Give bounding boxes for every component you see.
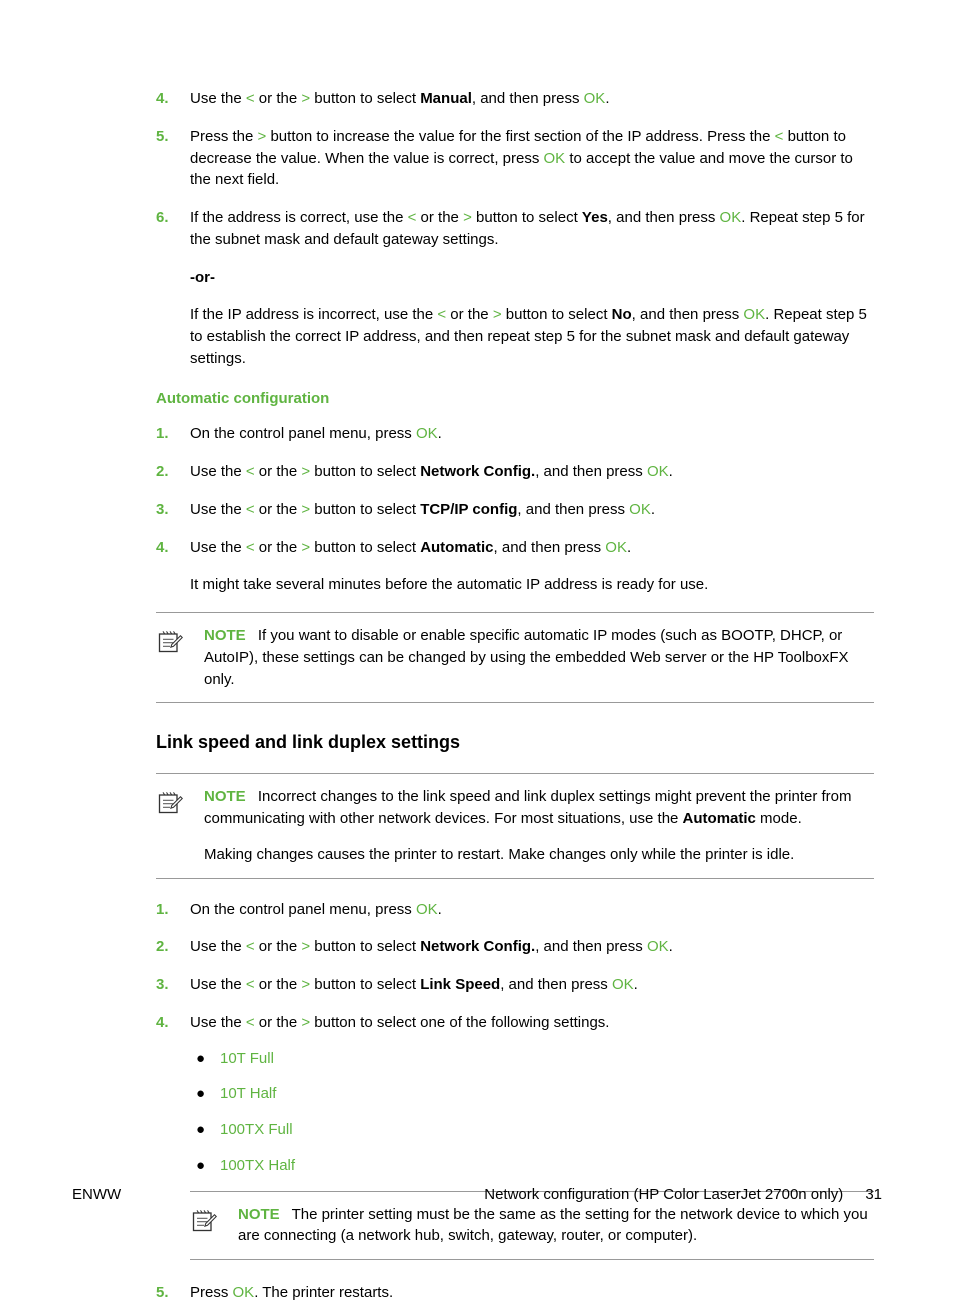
step-number: 4. (156, 88, 190, 110)
footer-title: Network configuration (HP Color LaserJet… (484, 1184, 843, 1206)
auto-step-4: 4. Use the < or the > button to select A… (156, 537, 874, 597)
link-step-3: 3. Use the < or the > button to select L… (156, 974, 874, 996)
page-number: 31 (865, 1184, 882, 1206)
automatic-configuration-heading: Automatic configuration (156, 388, 874, 410)
note-icon (156, 625, 204, 690)
auto-step-1: 1. On the control panel menu, press OK. (156, 423, 874, 445)
speed-options-list: ●10T Full ●10T Half ●100TX Full ●100TX H… (190, 1048, 874, 1177)
step-number: 5. (156, 126, 190, 191)
step-body: Use the < or the > button to select Manu… (190, 88, 874, 110)
auto-step-2: 2. Use the < or the > button to select N… (156, 461, 874, 483)
list-item: ●10T Full (190, 1048, 874, 1070)
step-6: 6. If the address is correct, use the < … (156, 207, 874, 370)
step-5: 5. Press the > button to increase the va… (156, 126, 874, 191)
link-step-5: 5. Press OK. The printer restarts. (156, 1282, 874, 1304)
footer-left: ENWW (72, 1184, 121, 1206)
step-body: Press the > button to increase the value… (190, 126, 874, 191)
note-icon (190, 1204, 238, 1248)
link-step-2: 2. Use the < or the > button to select N… (156, 936, 874, 958)
note-icon (156, 786, 204, 865)
step-4: 4. Use the < or the > button to select M… (156, 88, 874, 110)
step-body: If the address is correct, use the < or … (190, 207, 874, 370)
step-number: 6. (156, 207, 190, 370)
note-box-1: NOTE If you want to disable or enable sp… (156, 612, 874, 703)
list-item: ●100TX Full (190, 1119, 874, 1141)
list-item: ●100TX Half (190, 1155, 874, 1177)
link-step-4: 4. Use the < or the > button to select o… (156, 1012, 874, 1034)
note-box-2: NOTE Incorrect changes to the link speed… (156, 773, 874, 878)
link-speed-heading: Link speed and link duplex settings (156, 729, 874, 755)
auto-step-3: 3. Use the < or the > button to select T… (156, 499, 874, 521)
page-footer: ENWW Network configuration (HP Color Las… (72, 1184, 882, 1206)
link-step-1: 1. On the control panel menu, press OK. (156, 899, 874, 921)
list-item: ●10T Half (190, 1083, 874, 1105)
